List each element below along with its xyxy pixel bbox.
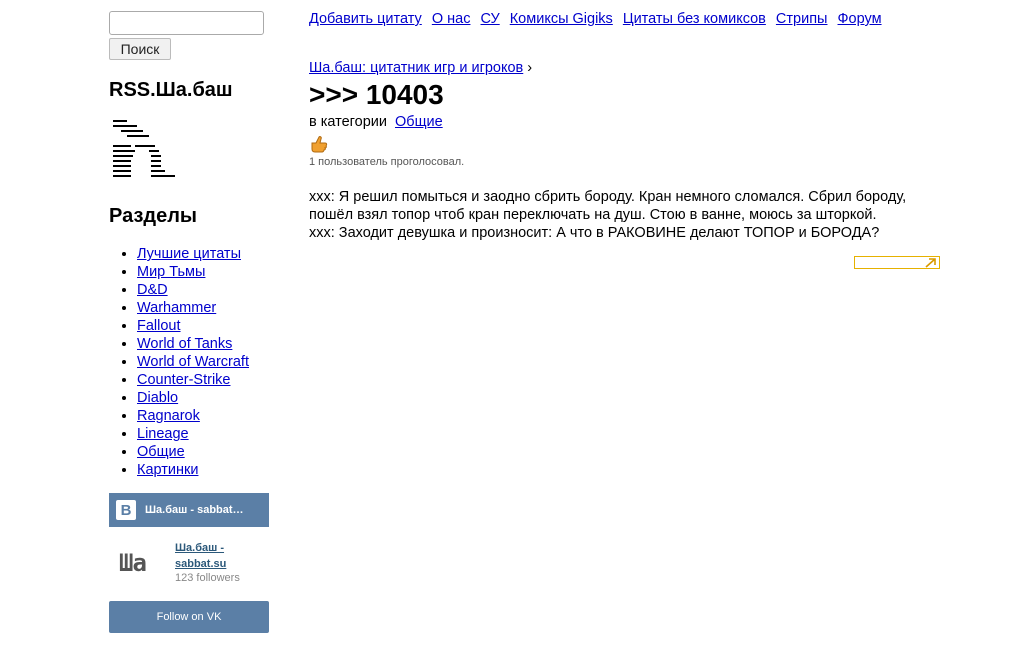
list-item: World of Warcraft: [137, 353, 269, 371]
section-link[interactable]: Ragnarok: [137, 408, 200, 424]
list-item: Ragnarok: [137, 407, 269, 425]
breadcrumb-link[interactable]: Ша.баш: цитатник игр и игроков: [309, 60, 523, 76]
list-item: Lineage: [137, 425, 269, 443]
list-item: Warhammer: [137, 299, 269, 317]
vk-followers: 123 followers: [175, 572, 240, 584]
section-link[interactable]: Diablo: [137, 390, 178, 406]
list-item: Fallout: [137, 317, 269, 335]
nav-quotes-no-comics[interactable]: Цитаты без комиксов: [623, 11, 766, 27]
quote-line: xxx: Заходит девушка и произносит: А что…: [309, 225, 880, 241]
vk-header[interactable]: B Ша.баш - sabbat.su: [109, 493, 269, 527]
quote-text: xxx: Я решил помыться и заодно сбрить бо…: [309, 188, 949, 242]
section-link[interactable]: Warhammer: [137, 300, 216, 316]
section-link[interactable]: Лучшие цитаты: [137, 246, 241, 262]
list-item: World of Tanks: [137, 335, 269, 353]
nav-about[interactable]: О нас: [432, 11, 471, 27]
nav-su[interactable]: СУ: [481, 11, 500, 27]
section-link[interactable]: Общие: [137, 444, 185, 460]
nav-comics-gigiks[interactable]: Комиксы Gigiks: [510, 11, 613, 27]
list-item: Diablo: [137, 389, 269, 407]
rss-title: RSS.Ша.баш: [109, 79, 233, 101]
search-input[interactable]: [109, 11, 264, 35]
vk-group-name[interactable]: Ша.баш - sabbat.su: [175, 540, 265, 572]
section-link[interactable]: Мир Тьмы: [137, 264, 205, 280]
breadcrumb-separator: ›: [523, 60, 533, 76]
list-item: Общие: [137, 443, 269, 461]
list-item: D&D: [137, 281, 269, 299]
nav-forum[interactable]: Форум: [838, 11, 882, 27]
top-nav: Добавить цитату О нас СУ Комиксы Gigiks …: [309, 11, 888, 27]
section-link[interactable]: Картинки: [137, 462, 198, 478]
vk-header-title[interactable]: Ша.баш - sabbat.su: [145, 504, 245, 516]
vote-count-text: 1 пользователь проголосовал.: [309, 156, 465, 168]
thumbs-up-icon[interactable]: [309, 134, 329, 154]
search-button[interactable]: Поиск: [109, 38, 171, 60]
quote-link-box[interactable]: [854, 256, 940, 269]
category-prefix: в категории: [309, 114, 387, 130]
list-item: Мир Тьмы: [137, 263, 269, 281]
nav-strips[interactable]: Стрипы: [776, 11, 828, 27]
nav-add-quote[interactable]: Добавить цитату: [309, 11, 422, 27]
category-link[interactable]: Общие: [395, 114, 443, 130]
sidebar: Поиск RSS.Ша.баш Разделы Лучшие цитаты М…: [109, 11, 269, 633]
breadcrumb: Ша.баш: цитатник игр и игроков ›: [309, 60, 949, 76]
vk-logo-icon: B: [116, 500, 136, 520]
rss-logo-icon[interactable]: [109, 118, 181, 182]
section-link[interactable]: World of Tanks: [137, 336, 232, 352]
page-title: >>> 10403: [309, 79, 444, 110]
sections-title: Разделы: [109, 205, 197, 227]
list-item: Counter-Strike: [137, 371, 269, 389]
vk-body: Ша Ша.баш - sabbat.su 123 followers: [109, 527, 269, 601]
avatar[interactable]: Ша: [119, 549, 163, 579]
arrow-up-right-icon: [925, 258, 936, 268]
section-link[interactable]: D&D: [137, 282, 168, 298]
section-link[interactable]: Fallout: [137, 318, 181, 334]
follow-button[interactable]: Follow on VK: [109, 601, 269, 633]
section-link[interactable]: World of Warcraft: [137, 354, 249, 370]
list-item: Картинки: [137, 461, 269, 479]
list-item: Лучшие цитаты: [137, 245, 269, 263]
quote-line: xxx: Я решил помыться и заодно сбрить бо…: [309, 189, 907, 223]
category-line: в категории Общие: [309, 114, 949, 130]
sections-list: Лучшие цитаты Мир Тьмы D&D Warhammer Fal…: [109, 245, 269, 479]
main-content: Ша.баш: цитатник игр и игроков › >>> 104…: [309, 60, 949, 269]
vk-widget: B Ша.баш - sabbat.su Ша Ша.баш - sabbat.…: [109, 493, 269, 633]
section-link[interactable]: Counter-Strike: [137, 372, 230, 388]
section-link[interactable]: Lineage: [137, 426, 189, 442]
